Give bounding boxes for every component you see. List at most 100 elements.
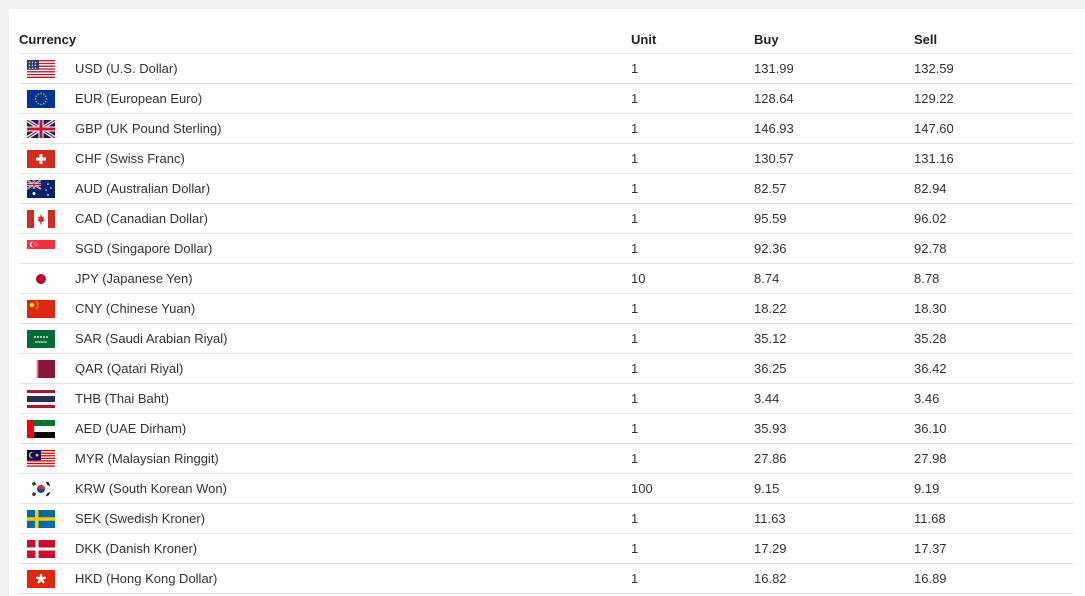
- currency-cell: QAR (Qatari Riyal): [19, 353, 631, 384]
- unit-cell: 1: [631, 233, 754, 264]
- buy-rate-cell: 8.74: [754, 263, 914, 294]
- sell-rate-cell: 129.22: [914, 83, 1073, 114]
- eu-flag-icon: [27, 89, 55, 108]
- currency-cell-content: AUD (Australian Dollar): [19, 179, 631, 198]
- table-row: HKD (Hong Kong Dollar) 1 16.82 16.89: [19, 563, 1073, 594]
- buy-rate-cell: 146.93: [754, 113, 914, 144]
- table-row: DKK (Danish Kroner) 1 17.29 17.37: [19, 533, 1073, 564]
- currency-name: KRW (South Korean Won): [75, 481, 227, 496]
- currency-name: HKD (Hong Kong Dollar): [75, 571, 218, 586]
- table-row: GBP (UK Pound Sterling) 1 146.93 147.60: [19, 113, 1073, 144]
- currency-cell-content: SAR (Saudi Arabian Riyal): [19, 329, 631, 348]
- currency-cell-content: SGD (Singapore Dollar): [19, 239, 631, 258]
- currency-cell-content: HKD (Hong Kong Dollar): [19, 569, 631, 588]
- currency-cell-content: KRW (South Korean Won): [19, 479, 631, 498]
- buy-rate-cell: 17.29: [754, 533, 914, 564]
- unit-cell: 1: [631, 113, 754, 144]
- sell-rate-cell: 18.30: [914, 293, 1073, 324]
- table-row: QAR (Qatari Riyal) 1 36.25 36.42: [19, 353, 1073, 384]
- sell-rate-cell: 17.37: [914, 533, 1073, 564]
- currency-name: CNY (Chinese Yuan): [75, 301, 196, 316]
- buy-rate-cell: 131.99: [754, 53, 914, 84]
- currency-cell-content: QAR (Qatari Riyal): [19, 359, 631, 378]
- currency-name: MYR (Malaysian Ringgit): [75, 451, 219, 466]
- table-header-row: Currency Unit Buy Sell: [19, 25, 1073, 54]
- sell-rate-cell: 3.46: [914, 383, 1073, 414]
- currency-cell: KRW (South Korean Won): [19, 473, 631, 504]
- currency-cell-content: CHF (Swiss Franc): [19, 149, 631, 168]
- sell-rate-cell: 35.28: [914, 323, 1073, 354]
- currency-cell: CHF (Swiss Franc): [19, 143, 631, 174]
- dk-flag-icon: [27, 539, 55, 558]
- currency-cell: EUR (European Euro): [19, 83, 631, 114]
- ch-flag-icon: [27, 149, 55, 168]
- currency-cell: GBP (UK Pound Sterling): [19, 113, 631, 144]
- table-row: THB (Thai Baht) 1 3.44 3.46: [19, 383, 1073, 414]
- kr-flag-icon: [27, 479, 55, 498]
- table-row: USD (U.S. Dollar) 1 131.99 132.59: [19, 53, 1073, 84]
- unit-cell: 1: [631, 203, 754, 234]
- unit-cell: 1: [631, 353, 754, 384]
- currency-cell-content: MYR (Malaysian Ringgit): [19, 449, 631, 468]
- buy-rate-cell: 9.15: [754, 473, 914, 504]
- unit-cell: 1: [631, 323, 754, 354]
- currency-cell: SGD (Singapore Dollar): [19, 233, 631, 264]
- table-row: SGD (Singapore Dollar) 1 92.36 92.78: [19, 233, 1073, 264]
- unit-cell: 1: [631, 533, 754, 564]
- unit-cell: 1: [631, 413, 754, 444]
- unit-cell: 1: [631, 563, 754, 594]
- exchange-rates-panel: Currency Unit Buy Sell USD (U.S. Dollar)…: [9, 9, 1085, 596]
- currency-cell: MYR (Malaysian Ringgit): [19, 443, 631, 474]
- sell-rate-cell: 16.89: [914, 563, 1073, 594]
- buy-rate-cell: 36.25: [754, 353, 914, 384]
- buy-rate-cell: 3.44: [754, 383, 914, 414]
- currency-name: QAR (Qatari Riyal): [75, 361, 184, 376]
- currency-name: GBP (UK Pound Sterling): [75, 121, 222, 136]
- exchange-rates-table: Currency Unit Buy Sell USD (U.S. Dollar)…: [19, 25, 1073, 594]
- currency-cell: CNY (Chinese Yuan): [19, 293, 631, 324]
- currency-cell-content: USD (U.S. Dollar): [19, 59, 631, 78]
- currency-name: CAD (Canadian Dollar): [75, 211, 208, 226]
- table-row: AUD (Australian Dollar) 1 82.57 82.94: [19, 173, 1073, 204]
- unit-cell: 100: [631, 473, 754, 504]
- buy-rate-cell: 11.63: [754, 503, 914, 534]
- currency-name: USD (U.S. Dollar): [75, 61, 178, 76]
- se-flag-icon: [27, 509, 55, 528]
- currency-cell-content: CAD (Canadian Dollar): [19, 209, 631, 228]
- currency-cell: CAD (Canadian Dollar): [19, 203, 631, 234]
- currency-column-header: Currency: [19, 25, 631, 54]
- currency-name: SAR (Saudi Arabian Riyal): [75, 331, 228, 346]
- ca-flag-icon: [27, 209, 55, 228]
- unit-cell: 1: [631, 383, 754, 414]
- unit-column-header: Unit: [631, 25, 754, 54]
- table-row: CAD (Canadian Dollar) 1 95.59 96.02: [19, 203, 1073, 234]
- buy-rate-cell: 16.82: [754, 563, 914, 594]
- unit-cell: 1: [631, 293, 754, 324]
- unit-cell: 1: [631, 143, 754, 174]
- buy-rate-cell: 95.59: [754, 203, 914, 234]
- buy-rate-cell: 82.57: [754, 173, 914, 204]
- buy-rate-cell: 18.22: [754, 293, 914, 324]
- hk-flag-icon: [27, 569, 55, 588]
- buy-rate-cell: 92.36: [754, 233, 914, 264]
- table-row: JPY (Japanese Yen) 10 8.74 8.78: [19, 263, 1073, 294]
- sell-rate-cell: 36.10: [914, 413, 1073, 444]
- table-row: SAR (Saudi Arabian Riyal) 1 35.12 35.28: [19, 323, 1073, 354]
- currency-cell: DKK (Danish Kroner): [19, 533, 631, 564]
- buy-rate-cell: 35.12: [754, 323, 914, 354]
- cn-flag-icon: [27, 299, 55, 318]
- au-flag-icon: [27, 179, 55, 198]
- currency-name: EUR (European Euro): [75, 91, 203, 106]
- sell-rate-cell: 9.19: [914, 473, 1073, 504]
- buy-rate-cell: 130.57: [754, 143, 914, 174]
- currency-cell: SEK (Swedish Kroner): [19, 503, 631, 534]
- unit-cell: 10: [631, 263, 754, 294]
- sell-rate-cell: 27.98: [914, 443, 1073, 474]
- sell-rate-cell: 131.16: [914, 143, 1073, 174]
- currency-name: CHF (Swiss Franc): [75, 151, 185, 166]
- unit-cell: 1: [631, 53, 754, 84]
- sell-rate-cell: 92.78: [914, 233, 1073, 264]
- currency-cell-content: AED (UAE Dirham): [19, 419, 631, 438]
- table-row: AED (UAE Dirham) 1 35.93 36.10: [19, 413, 1073, 444]
- us-flag-icon: [27, 59, 55, 78]
